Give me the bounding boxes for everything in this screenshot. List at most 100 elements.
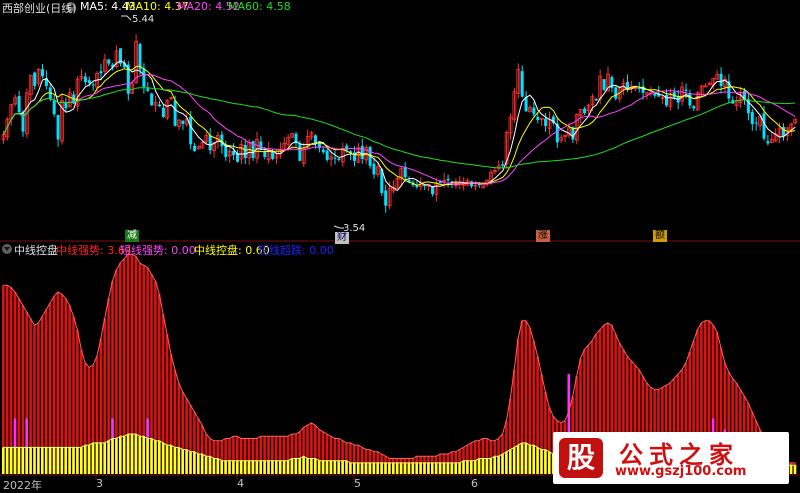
bar-yellow [243,460,247,474]
bar-yellow [216,458,220,474]
x-label-4: 6 [471,477,478,490]
watermark: 股 公式之家 www.gszj100.com [553,432,789,484]
bar-yellow [173,447,177,474]
candle-body [501,164,505,166]
bar-yellow [364,462,368,474]
bar-yellow [5,447,9,474]
bar-yellow [17,447,21,474]
ma60-line [3,87,796,169]
bar-yellow [126,434,130,474]
candle-body [360,146,364,159]
bar-yellow [524,442,528,474]
candle-body [271,151,275,159]
bar-yellow [255,460,259,474]
candle-body [594,99,598,101]
bar-yellow [403,462,407,474]
bar-yellow [399,462,403,474]
bar-yellow [111,438,114,474]
bar-yellow [271,460,274,474]
bar-yellow [368,462,372,474]
bar-yellow [520,442,524,474]
candle-body [150,93,154,106]
bar-yellow [200,454,204,474]
marker-e[interactable]: 额 [653,230,667,242]
bar-yellow [314,458,317,474]
bar-yellow [80,447,83,474]
bar-yellow [150,438,153,474]
bar-yellow [68,447,71,474]
candle-body [614,87,618,99]
candle-body [692,106,696,109]
bar-yellow [411,462,415,474]
marker-jian[interactable]: 减 [125,230,139,242]
bar-yellow [134,434,138,474]
bar-yellow [189,451,192,474]
bar-yellow [485,458,489,474]
x-label-3: 5 [354,477,361,490]
collapse-bottom-icon[interactable] [2,244,12,254]
bar-yellow [48,447,52,474]
candle-body [193,145,197,152]
bar-yellow [138,436,142,474]
bar-yellow [13,447,17,474]
bar-yellow [181,449,184,474]
bar-yellow [56,447,60,474]
bar-yellow [415,462,418,474]
bar-yellow [236,460,239,474]
candle-body [766,141,770,144]
candle-body [750,111,754,124]
bar-yellow [290,458,294,474]
bar-yellow [115,438,118,474]
bar-yellow [165,445,169,474]
candle-body [470,181,473,187]
candle-body [532,107,536,115]
bar-yellow [501,454,504,474]
bar-yellow [548,451,551,474]
bar-yellow [119,436,122,474]
bar-yellow [87,445,91,474]
bar-yellow [458,462,461,474]
bar-yellow [349,462,352,474]
bar-yellow [21,447,25,474]
bar-red [9,287,13,474]
candle-body [181,120,185,124]
bar-yellow [321,460,325,474]
candle-body [431,186,434,194]
bar-yellow [325,460,329,474]
bar-yellow [450,462,454,474]
candle-body [321,149,325,153]
bar-yellow [142,436,145,474]
ma10-line [3,65,796,186]
candle-body [544,118,548,126]
bar-yellow [29,447,32,474]
bar-yellow [341,460,344,474]
marker-cai[interactable]: 财 [335,232,349,244]
bar-yellow [345,460,348,474]
marker-zhang[interactable]: 涨 [536,230,550,242]
bar-yellow [161,442,165,474]
bar-yellow [544,449,547,474]
bar-yellow [212,458,216,474]
candle-body [762,113,766,139]
candle-body [41,69,44,77]
bar-yellow [107,440,110,474]
bottom-title: 中线控盘 [14,244,58,257]
candle-body [345,145,349,151]
bar-yellow [360,462,364,474]
bar-yellow [431,462,434,474]
bar-yellow [427,462,430,474]
x-label-1: 3 [96,477,103,490]
bar-yellow [462,460,465,474]
bar-yellow [376,462,379,474]
bar-yellow [247,460,251,474]
bar-yellow [64,447,67,474]
bar-yellow [333,460,337,474]
ma20-line [3,74,796,186]
bar-yellow [158,440,161,474]
bar-yellow [185,449,188,474]
bar-yellow [528,445,532,474]
bar-yellow [76,447,79,474]
candle-body [337,158,341,160]
candle-body [754,122,758,124]
ma5-line [3,60,796,192]
